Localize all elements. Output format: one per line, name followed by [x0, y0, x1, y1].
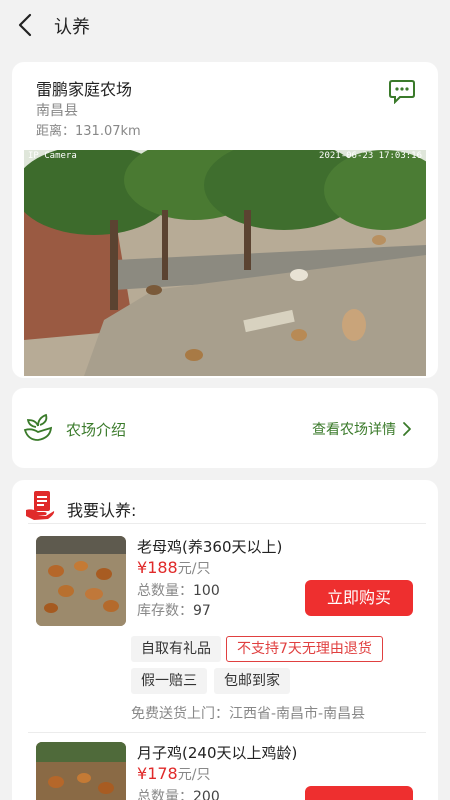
delivery-info: 免费送货上门：江西省-南昌市-南昌县 — [131, 706, 366, 722]
live-camera-feed[interactable]: IP Camera 2021-06-23 17:03:16 — [24, 150, 426, 376]
price-value: 188 — [147, 558, 178, 577]
tag-free-shipping: 包邮到家 — [214, 668, 290, 694]
product-price: ¥188元/只 — [137, 558, 210, 578]
price-unit: 元/只 — [177, 561, 211, 577]
product-price: ¥178元/只 — [137, 764, 210, 784]
farm-county: 南昌县 — [36, 103, 78, 119]
stock-quantity: 库存数：97 — [137, 603, 211, 619]
camera-timestamp: 2021-06-23 17:03:16 — [319, 151, 422, 161]
camera-scene-image — [24, 150, 426, 376]
total-quantity: 总数量：100 — [137, 583, 220, 599]
camera-label: IP Camera — [28, 151, 77, 161]
buy-now-button[interactable]: 立即购买 — [305, 580, 413, 616]
tag-fake-compensation: 假一赔三 — [131, 668, 207, 694]
product-name[interactable]: 老母鸡(养360天以上) — [137, 536, 282, 557]
page-title: 认养 — [54, 17, 90, 38]
farm-intro-label: 农场介绍 — [66, 421, 127, 439]
farm-intro-card[interactable]: 农场介绍 查看农场详情 — [12, 388, 438, 468]
currency-symbol: ¥ — [137, 558, 148, 577]
chickens-photo — [36, 742, 126, 800]
divider — [28, 732, 426, 733]
distance-value: 131.07km — [75, 124, 141, 139]
farm-name: 雷鹏家庭农场 — [36, 80, 133, 99]
chat-bubble-icon[interactable] — [388, 78, 416, 104]
adopt-section-title: 我要认养: — [67, 501, 137, 520]
view-farm-details-link[interactable]: 查看农场详情 — [312, 419, 396, 439]
tag-no-return: 不支持7天无理由退货 — [226, 636, 383, 662]
currency-symbol: ¥ — [137, 764, 148, 783]
hens-photo — [36, 536, 126, 626]
adopt-list-hand-icon — [26, 491, 55, 520]
farm-distance: 距离：131.07km — [36, 120, 141, 139]
product-item: 月子鸡(240天以上鸡龄) ¥178元/只 总数量：200 — [12, 742, 438, 800]
product-image[interactable] — [36, 536, 126, 626]
sprout-hand-icon — [23, 413, 53, 441]
chevron-left-icon[interactable] — [14, 12, 38, 38]
chevron-right-icon[interactable] — [402, 421, 412, 437]
price-value: 178 — [147, 764, 178, 783]
total-quantity: 总数量：200 — [137, 789, 220, 800]
price-unit: 元/只 — [177, 767, 211, 783]
top-bar: 认养 — [0, 0, 450, 50]
distance-label: 距离： — [36, 124, 76, 139]
product-item: 老母鸡(养360天以上) ¥188元/只 总数量：100 库存数：97 立即购买… — [12, 536, 438, 726]
product-name[interactable]: 月子鸡(240天以上鸡龄) — [137, 742, 297, 763]
buy-now-button[interactable] — [305, 786, 413, 800]
tag-pickup-gift: 自取有礼品 — [131, 636, 221, 662]
farm-info-card: 雷鹏家庭农场 南昌县 距离：131.07km IP Camera 2021-06… — [12, 62, 438, 378]
adopt-card: 我要认养: 老母鸡(养360天以上) ¥188元/只 总数量：100 库存数：9… — [12, 480, 438, 800]
divider — [28, 523, 426, 524]
product-image[interactable] — [36, 742, 126, 800]
